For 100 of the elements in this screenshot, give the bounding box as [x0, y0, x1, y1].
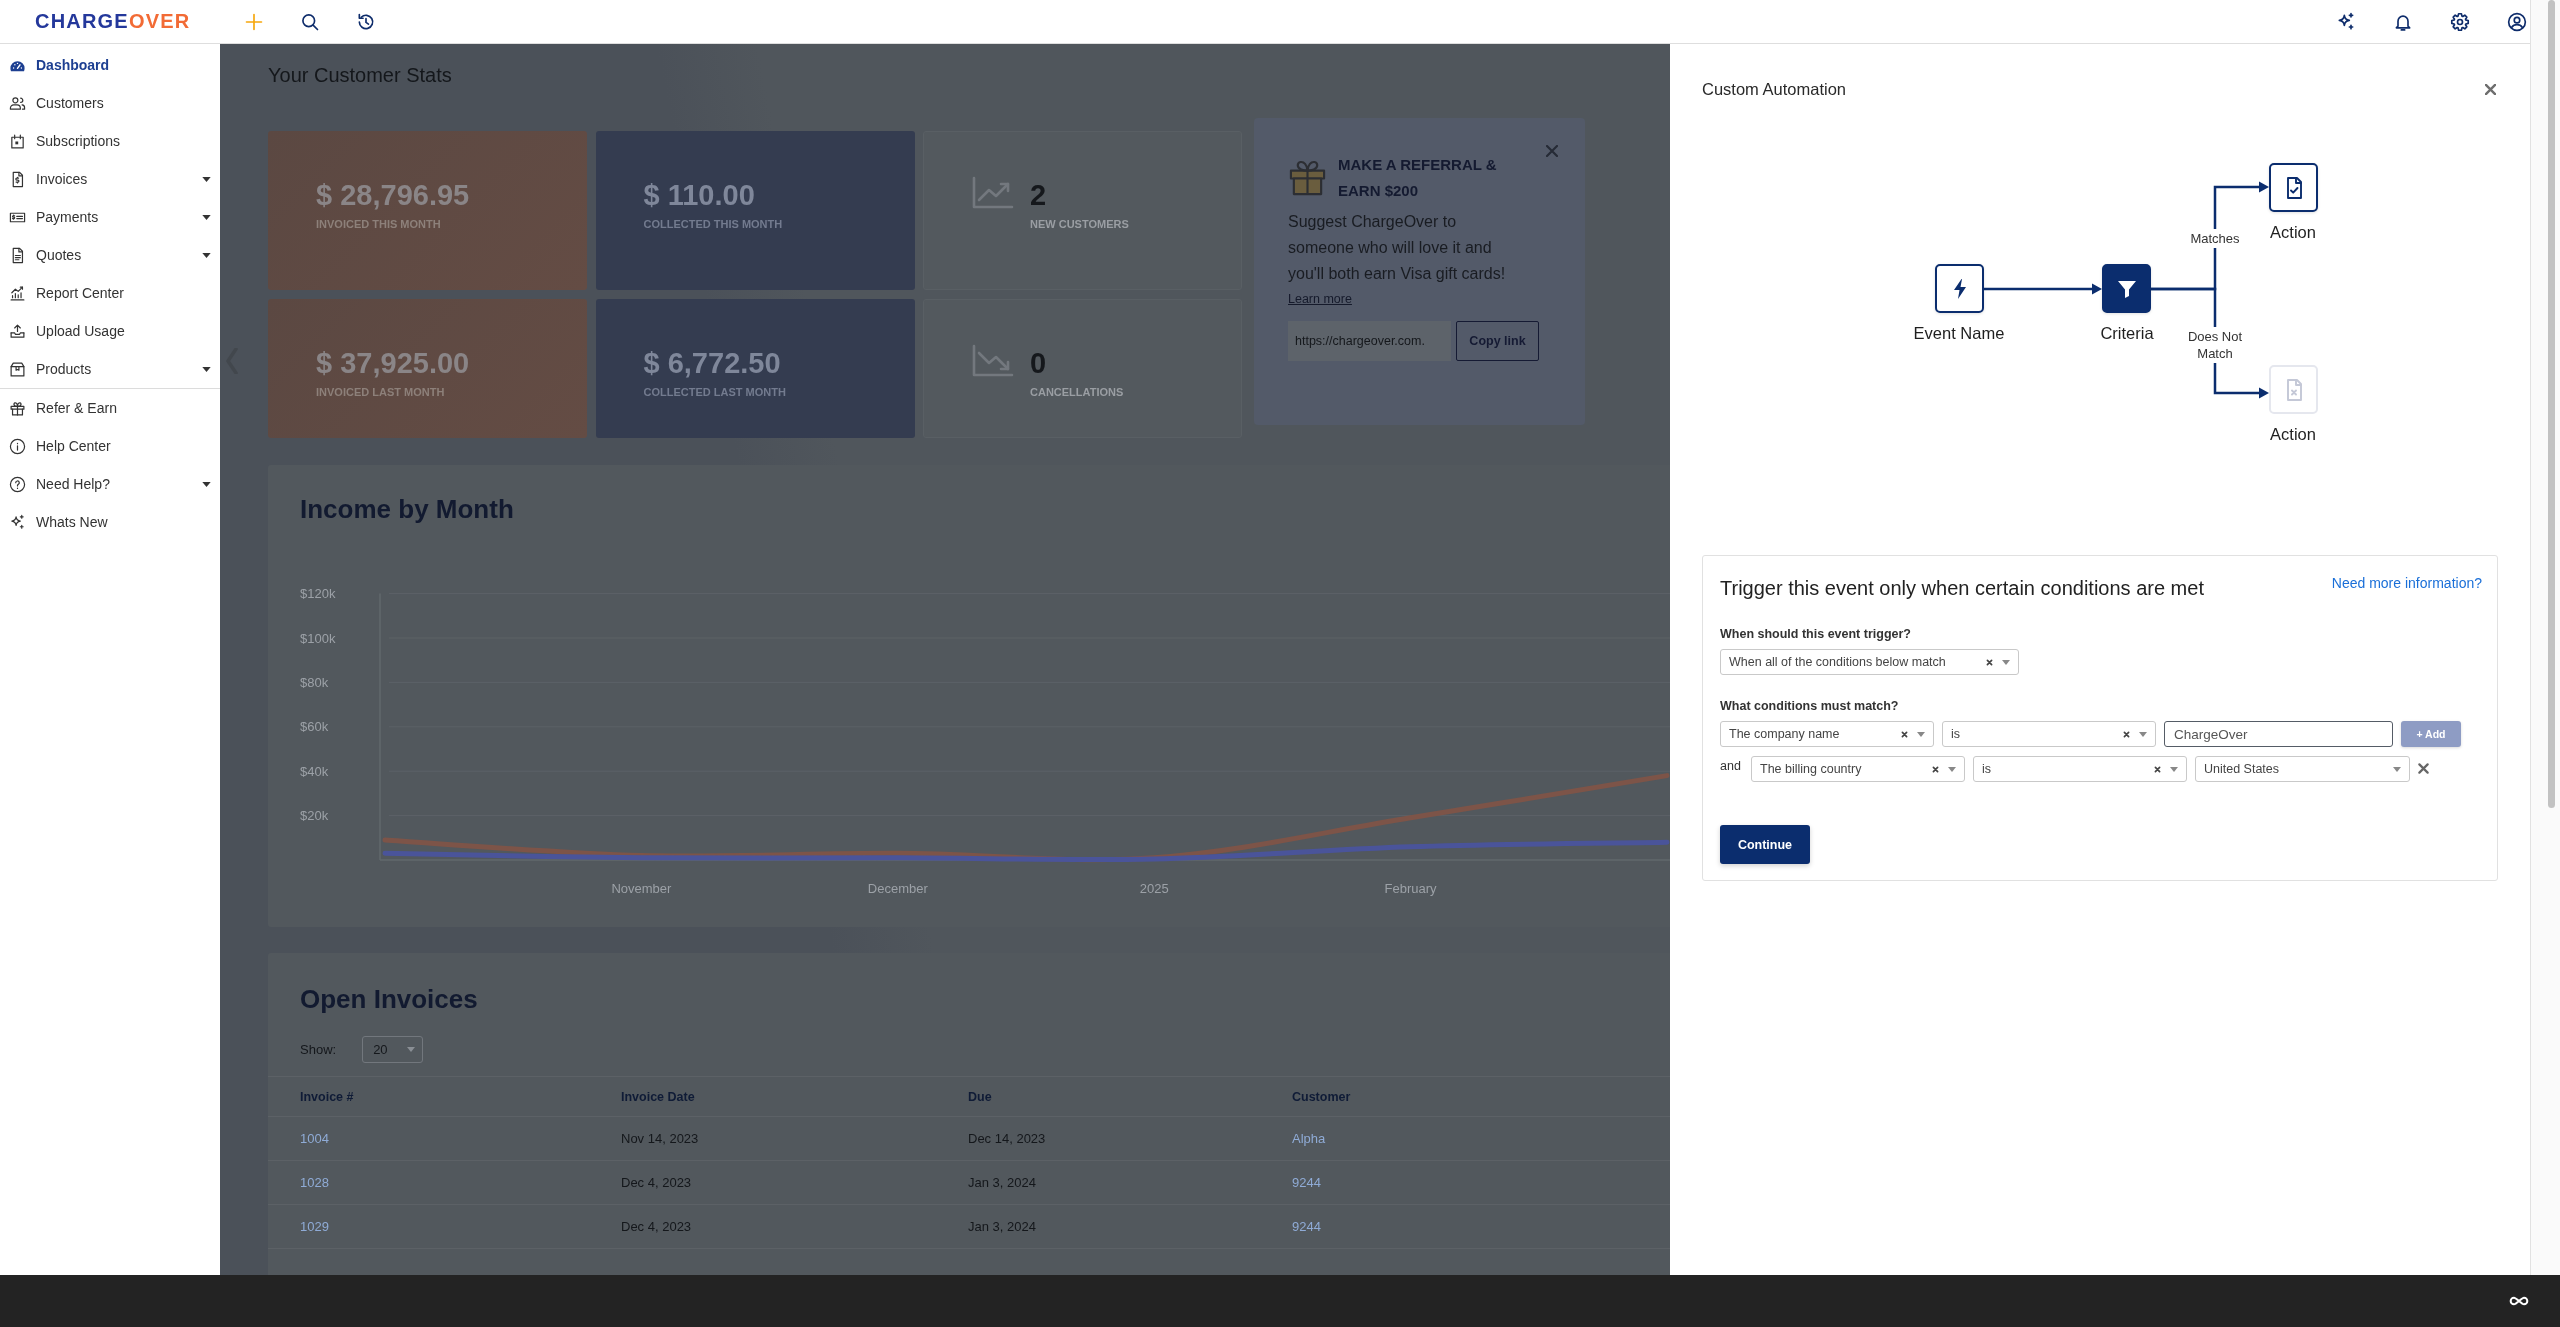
table-cell: Jan 3, 2024 — [968, 1175, 1036, 1190]
y-axis-label: $40k — [300, 763, 329, 779]
show-label: Show: — [300, 1042, 337, 1057]
scrollbar[interactable] — [2530, 0, 2560, 1275]
caret-down-icon — [2002, 659, 2010, 665]
table-cell: Nov 14, 2023 — [621, 1131, 699, 1146]
y-axis-label: $120k — [300, 586, 336, 602]
section-title: Open Invoices — [300, 984, 478, 1014]
clear-icon[interactable] — [1986, 658, 1993, 666]
sidebar-item[interactable]: Dashboard — [0, 46, 220, 84]
close-icon[interactable] — [2485, 83, 2496, 95]
select-field[interactable]: is — [1973, 756, 2187, 782]
gift-icon — [9, 399, 26, 417]
table-cell: Dec 4, 2023 — [621, 1219, 692, 1234]
continue-button[interactable]: Continue — [1720, 825, 1810, 864]
stat-amount: 0 — [1030, 346, 1047, 380]
infinity-icon[interactable] — [2509, 1296, 2529, 1306]
node-label: Event Name — [1913, 324, 2005, 342]
help-link[interactable]: Need more information? — [2331, 574, 2482, 592]
caret-down-icon — [202, 481, 211, 487]
x-axis-label: December — [867, 881, 928, 896]
and-label: and — [1720, 758, 1742, 775]
stat-label: NEW CUSTOMERS — [1030, 218, 1129, 231]
y-axis-label: $20k — [300, 808, 329, 824]
clear-icon[interactable] — [1901, 730, 1908, 738]
caret-down-icon — [202, 176, 211, 182]
caret-down-icon — [2393, 766, 2401, 772]
clear-icon[interactable] — [2123, 730, 2130, 738]
caret-down-icon — [202, 366, 211, 372]
text-input[interactable]: ChargeOver — [2164, 721, 2393, 747]
chart-title: Income by Month — [300, 494, 514, 524]
diagram-node[interactable] — [2102, 264, 2151, 313]
caret-down-icon — [202, 214, 211, 220]
sparkle-icon — [9, 513, 26, 531]
caret-down-icon — [1917, 731, 1925, 737]
stat-label: COLLECTED LAST MONTH — [643, 386, 786, 399]
sidebar-item[interactable]: Need Help? — [0, 465, 220, 503]
gift-icon — [1288, 158, 1327, 197]
bar-chart-icon — [9, 284, 26, 302]
field-label: What conditions must match? — [1720, 699, 1899, 714]
node-label: Action — [2270, 425, 2316, 443]
node-label: Criteria — [2100, 324, 2154, 342]
stat-label: INVOICED THIS MONTH — [316, 218, 441, 231]
card-title: Trigger this event only when certain conditions are met — [1720, 576, 2204, 600]
stat-amount: $ 37,925.00 — [316, 346, 470, 380]
help-icon — [9, 475, 26, 493]
stat-label: CANCELLATIONS — [1030, 386, 1124, 399]
sidebar-item[interactable]: Payments — [0, 198, 220, 236]
diagram-node[interactable] — [2269, 163, 2318, 212]
table-cell: Dec 14, 2023 — [968, 1131, 1046, 1146]
settings-icon[interactable] — [2450, 11, 2470, 32]
y-axis-label: $100k — [300, 630, 336, 646]
trend-down-icon — [972, 344, 1014, 377]
select-field[interactable]: The company name — [1720, 721, 1934, 747]
diagram-node[interactable] — [1935, 264, 1984, 313]
upload-tray-icon — [9, 322, 26, 340]
user-icon[interactable] — [2507, 11, 2527, 32]
search-icon[interactable] — [300, 11, 321, 32]
x-axis-label: November — [611, 881, 672, 896]
caret-down-icon — [2139, 731, 2147, 737]
x-axis-label: 2025 — [1139, 881, 1169, 896]
sidebar-item[interactable]: Refer & Earn — [0, 389, 220, 427]
caret-down-icon — [1948, 766, 1956, 772]
caret-down-icon — [2170, 766, 2178, 772]
referral-text: Suggest ChargeOver to someone who will love it and you'll both earn Visa gift cards! — [1288, 212, 1507, 284]
sidebar-item[interactable]: Invoices — [0, 160, 220, 198]
sidebar-item[interactable]: Help Center — [0, 427, 220, 465]
field-label: When should this event trigger? — [1720, 627, 1911, 642]
y-axis-label: $60k — [300, 719, 329, 735]
referral-title: MAKE A REFERRAL & EARN $200 — [1338, 155, 1498, 201]
table-cell: Dec 4, 2023 — [621, 1175, 692, 1190]
sparkle-icon[interactable] — [2336, 11, 2356, 32]
page-heading: Your Customer Stats — [268, 63, 452, 87]
box-icon — [9, 360, 26, 378]
logo[interactable]: CHARGEOVER — [35, 10, 191, 33]
sidebar-item[interactable]: Whats New — [0, 503, 220, 541]
y-axis-label: $80k — [300, 674, 329, 690]
sidebar-item[interactable]: Subscriptions — [0, 122, 220, 160]
sidebar-item[interactable]: Upload Usage — [0, 312, 220, 350]
sidebar-item[interactable]: Customers — [0, 84, 220, 122]
clear-icon[interactable] — [2154, 765, 2161, 773]
table-cell: Jan 3, 2024 — [968, 1219, 1036, 1234]
select-field[interactable]: When all of the conditions below match — [1720, 649, 2019, 675]
sidebar-item[interactable]: Quotes — [0, 236, 220, 274]
select-field[interactable]: United States — [2195, 756, 2410, 782]
stat-amount: 2 — [1030, 178, 1047, 212]
people-icon — [9, 94, 26, 112]
stat-amount: $ 28,796.95 — [316, 178, 470, 212]
sidebar-item[interactable]: Report Center — [0, 274, 220, 312]
select-field[interactable]: The billing country — [1751, 756, 1965, 782]
remove-icon[interactable] — [2418, 763, 2429, 774]
stat-amount: $ 110.00 — [643, 178, 755, 212]
sidebar-item[interactable]: Products — [0, 350, 220, 388]
stat-amount: $ 6,772.50 — [643, 346, 781, 380]
x-axis-label: February — [1384, 881, 1437, 896]
clear-icon[interactable] — [1932, 765, 1939, 773]
select-field[interactable]: is — [1942, 721, 2156, 747]
drawer-title: Custom Automation — [1702, 79, 1846, 99]
scrollbar-thumb[interactable] — [2548, 0, 2555, 808]
branch-label: Matches — [2190, 229, 2240, 248]
